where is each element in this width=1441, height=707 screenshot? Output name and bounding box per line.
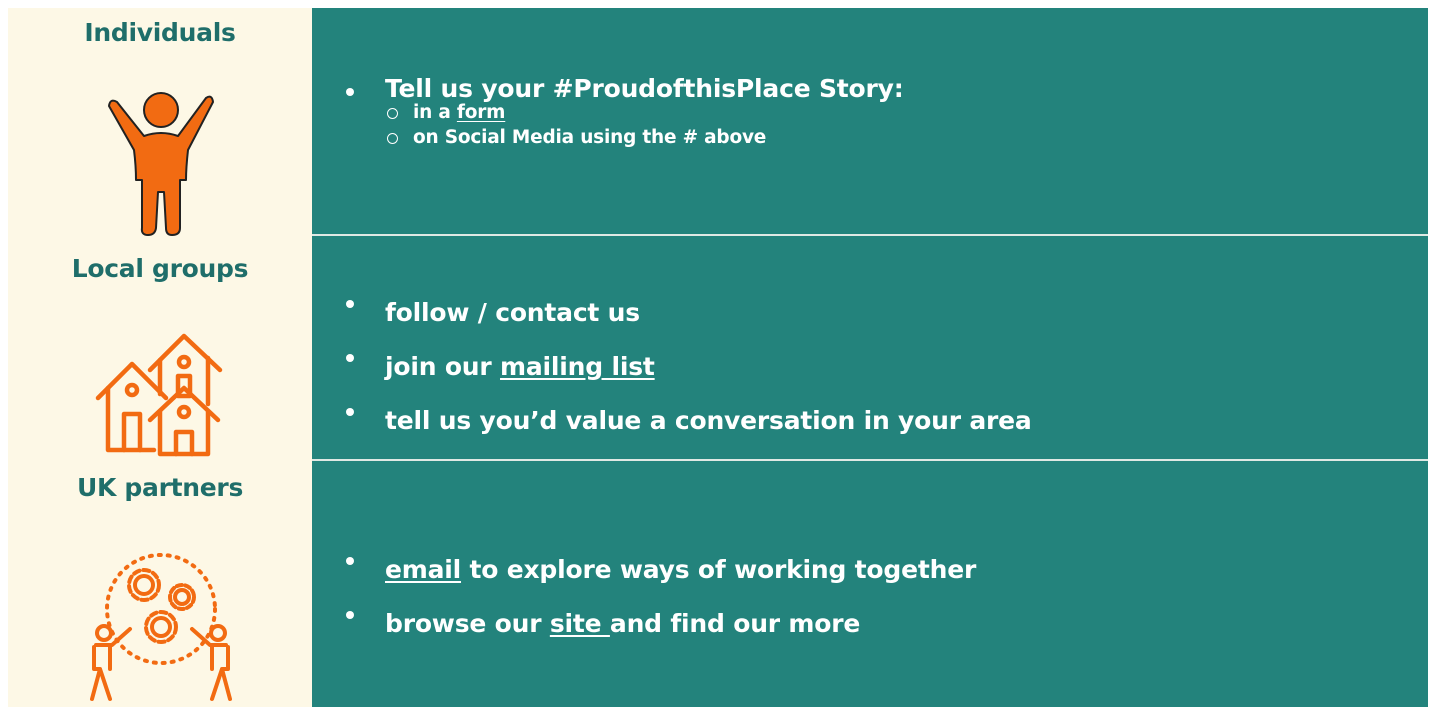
list-item: join our mailing list: [342, 340, 1032, 394]
ways-to-get-involved-table: Individuals Tell us your #ProudofthisPla…: [8, 8, 1428, 707]
conversation-text: tell us you’d value a conversation in yo…: [385, 406, 1032, 435]
browse-prefix-text: browse our: [385, 609, 550, 638]
social-media-text: on Social Media using the # above: [413, 127, 767, 148]
uk-partners-cell: UK partners: [8, 461, 312, 707]
list-item: browse our site and find our more: [342, 597, 976, 651]
uk-partners-heading: UK partners: [76, 473, 244, 502]
individuals-action-list: Tell us your #ProudofthisPlace Story: in…: [342, 74, 904, 150]
houses-icon: [95, 333, 223, 457]
individuals-heading: Individuals: [84, 18, 236, 47]
list-item: tell us you’d value a conversation in yo…: [342, 394, 1032, 448]
form-prefix-text: in a: [413, 102, 457, 123]
row-local-groups: Local groups follow / contact us join ou…: [8, 236, 1428, 461]
list-item: follow / contact us: [342, 286, 1032, 340]
join-prefix-text: join our: [385, 352, 501, 381]
follow-contact-text: follow / contact us: [385, 298, 640, 327]
find-more-text: and find our more: [609, 609, 861, 638]
story-methods-list: in a form on Social Media using the # ab…: [385, 100, 904, 150]
mailing-list-link[interactable]: mailing list: [500, 352, 655, 381]
person-arms-raised-icon: [108, 92, 214, 236]
uk-partners-actions-cell: email to explore ways of working togethe…: [312, 461, 1428, 707]
local-groups-action-list: follow / contact us join our mailing lis…: [342, 286, 1032, 448]
row-uk-partners: UK partners email to explore ways of wor…: [8, 461, 1428, 707]
local-groups-cell: Local groups: [8, 236, 312, 461]
individuals-cell: Individuals: [8, 8, 312, 236]
explore-text: to explore ways of working together: [461, 555, 977, 584]
local-groups-heading: Local groups: [71, 254, 249, 283]
email-link[interactable]: email: [385, 555, 461, 584]
individuals-actions-cell: Tell us your #ProudofthisPlace Story: in…: [312, 8, 1428, 236]
list-item: on Social Media using the # above: [385, 125, 904, 150]
list-item: Tell us your #ProudofthisPlace Story: in…: [342, 74, 904, 150]
list-item: email to explore ways of working togethe…: [342, 543, 976, 597]
people-gears-teamwork-icon: [90, 553, 232, 701]
uk-partners-action-list: email to explore ways of working togethe…: [342, 543, 976, 651]
form-link[interactable]: form: [457, 102, 506, 123]
list-item: in a form: [385, 100, 904, 125]
row-individuals: Individuals Tell us your #ProudofthisPla…: [8, 8, 1428, 236]
local-groups-actions-cell: follow / contact us join our mailing lis…: [312, 236, 1428, 461]
story-prompt-text: Tell us your #ProudofthisPlace Story:: [385, 74, 904, 103]
site-link[interactable]: site: [550, 609, 610, 638]
